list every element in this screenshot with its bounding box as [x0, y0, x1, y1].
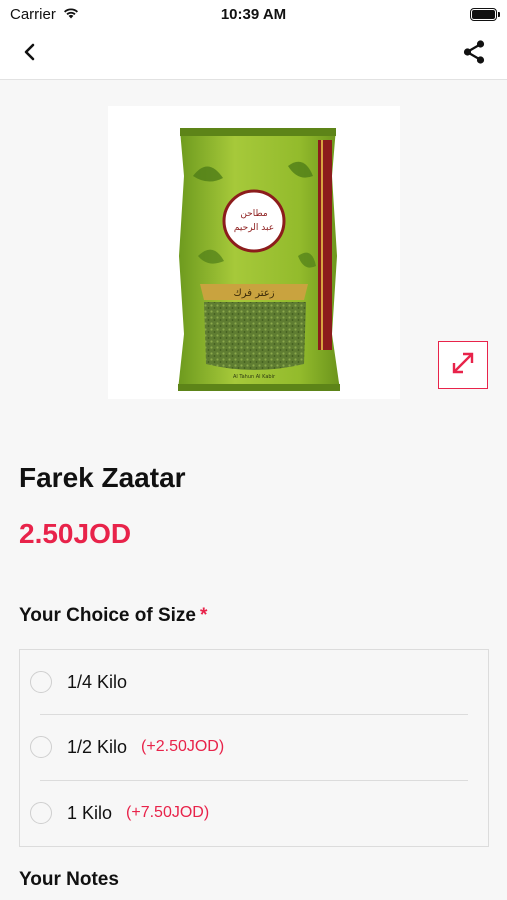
svg-text:زعتر فرك: زعتر فرك	[233, 288, 274, 299]
expand-button[interactable]	[438, 341, 488, 389]
product-image[interactable]: مطاحن عبد الرحيم زعتر فرك Al Tahun Al Ka…	[108, 106, 400, 399]
size-option-one-kilo[interactable]: 1 Kilo (+7.50JOD)	[20, 781, 488, 845]
size-option-half-kilo[interactable]: 1/2 Kilo (+2.50JOD)	[20, 715, 488, 779]
status-left: Carrier	[10, 6, 80, 23]
option-label: 1/4 Kilo	[67, 671, 128, 692]
share-icon	[461, 39, 487, 70]
size-option-quarter-kilo[interactable]: 1/4 Kilo	[20, 650, 488, 714]
radio-button[interactable]	[30, 802, 52, 824]
radio-button[interactable]	[30, 671, 52, 693]
carrier-label: Carrier	[10, 5, 56, 23]
svg-text:Al Tahun Al Kabir: Al Tahun Al Kabir	[233, 374, 276, 380]
wifi-icon	[62, 6, 80, 23]
option-extra-price: (+2.50JOD)	[141, 738, 225, 755]
chevron-left-icon	[23, 43, 37, 66]
share-button[interactable]	[459, 39, 489, 69]
brand-text: مطاحن	[240, 209, 268, 219]
svg-text:عبد الرحيم: عبد الرحيم	[234, 223, 274, 233]
product-name: Farek Zaatar	[19, 462, 186, 493]
size-section-title: Your Choice of Size *	[19, 605, 207, 627]
required-marker: *	[200, 605, 208, 626]
option-label: 1 Kilo	[67, 802, 113, 823]
option-label: 1/2 Kilo	[67, 736, 128, 757]
size-options: 1/4 Kilo 1/2 Kilo (+2.50JOD) 1 Kilo (+7.…	[19, 649, 489, 847]
nav-bar	[0, 28, 507, 80]
status-bar: Carrier 10:39 AM	[0, 0, 507, 28]
back-button[interactable]	[16, 40, 44, 68]
product-price: 2.50JOD	[19, 518, 132, 549]
expand-icon	[450, 350, 476, 381]
option-extra-price: (+7.50JOD)	[126, 804, 210, 821]
size-title-text: Your Choice of Size	[19, 605, 197, 626]
notes-section-title: Your Notes	[19, 869, 119, 890]
radio-button[interactable]	[30, 736, 52, 758]
battery-icon	[470, 7, 500, 21]
